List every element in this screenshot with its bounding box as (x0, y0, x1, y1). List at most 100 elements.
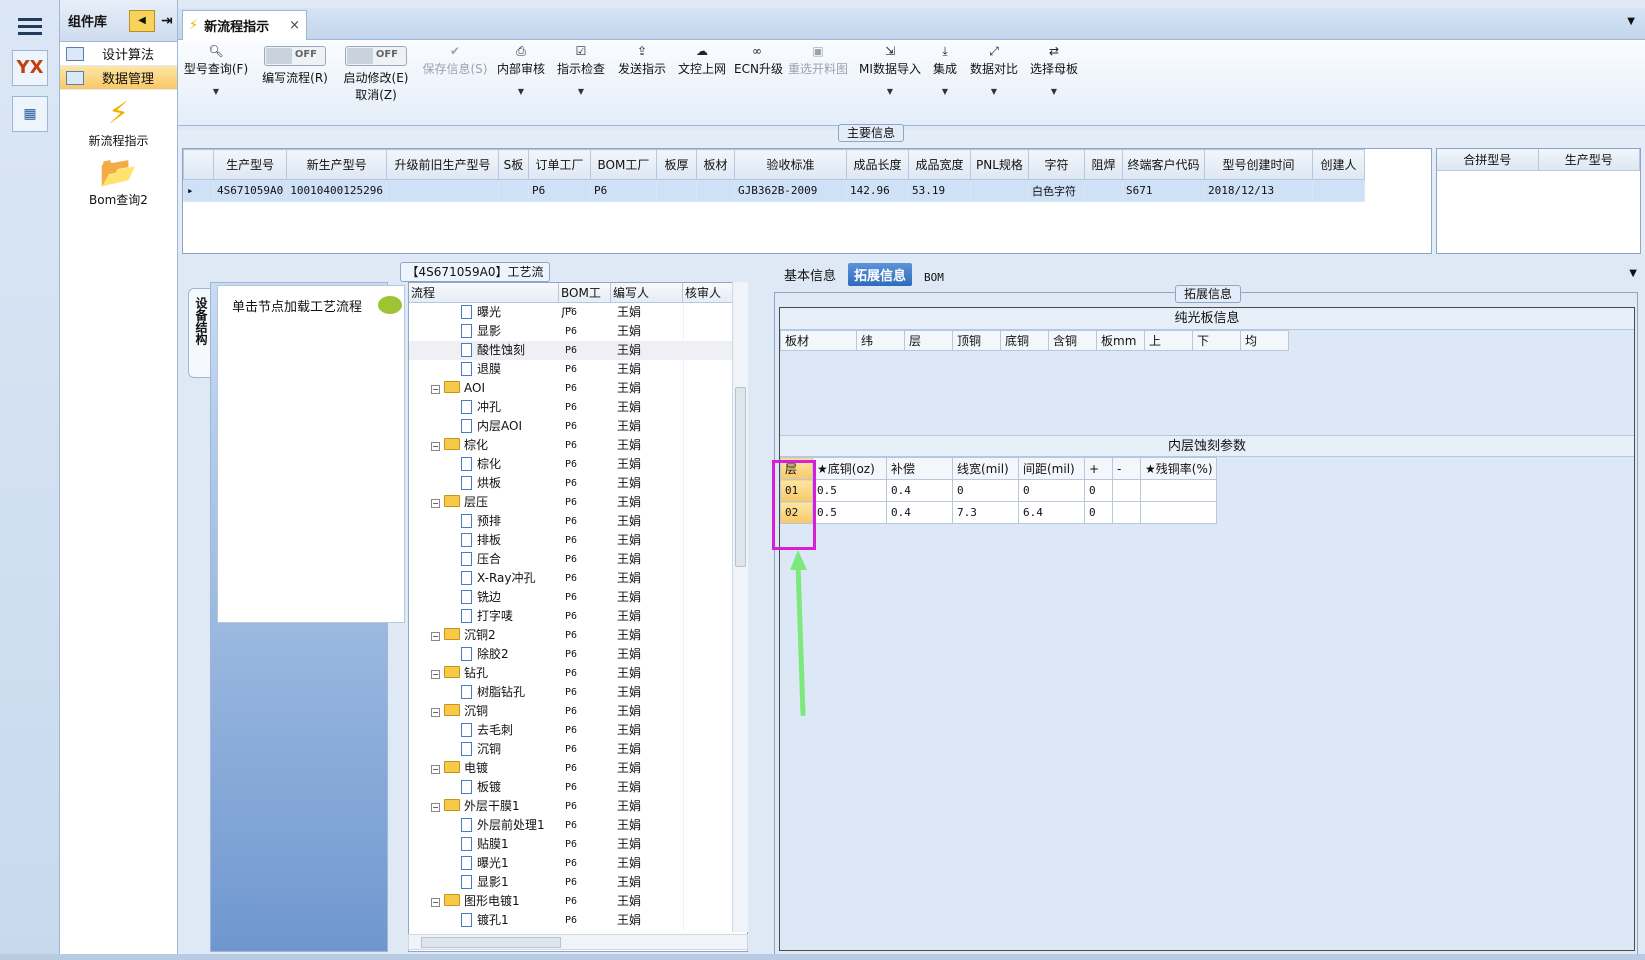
table-cell[interactable]: 0.5 (812, 479, 887, 502)
tree-row[interactable]: 酸性蚀刻 P6 王娟 (409, 341, 747, 360)
column-header[interactable]: + (1084, 457, 1113, 480)
table-cell[interactable]: 0.5 (812, 501, 887, 524)
tree-row[interactable]: − 层压 P6 王娟 (409, 493, 747, 512)
tree-node[interactable]: 去毛刺 (409, 721, 559, 740)
tree-node[interactable]: − 层压 (409, 493, 559, 512)
table-cell[interactable]: 7.3 (952, 501, 1019, 524)
table-cell[interactable]: 2018/12/13 (1203, 179, 1313, 202)
tree-row[interactable]: − 沉铜 P6 王娟 (409, 702, 747, 721)
table-cell[interactable]: 53.19 (907, 179, 971, 202)
tree-row[interactable]: 压合 P6 王娟 (409, 550, 747, 569)
table-cell[interactable]: S671 (1121, 179, 1205, 202)
table-cell[interactable] (1311, 179, 1365, 202)
table-cell[interactable] (1112, 479, 1141, 502)
collapse-icon[interactable]: − (431, 385, 440, 394)
tree-row[interactable]: X-Ray冲孔 P6 王娟 (409, 569, 747, 588)
start-modify-toggle[interactable]: OFF 启动修改(E) 取消(Z) (338, 40, 414, 103)
table-cell[interactable]: 0.4 (886, 501, 953, 524)
tree-row[interactable]: 打字唛 P6 王娟 (409, 607, 747, 626)
column-header[interactable]: 层 (904, 330, 953, 351)
column-header[interactable]: 成品宽度 (907, 149, 971, 180)
query-button[interactable]: 🔍︎ 型号查询(F) ▼ (182, 40, 250, 96)
tree-node[interactable]: 退膜 (409, 360, 559, 379)
tree-row[interactable]: 显影 P6 王娟 (409, 322, 747, 341)
table-cell[interactable]: 0 (1084, 479, 1113, 502)
tree-row[interactable]: − AOI P6 王娟 (409, 379, 747, 398)
column-header[interactable]: 板mm (1096, 330, 1145, 351)
tree-row[interactable]: 贴膜1 P6 王娟 (409, 835, 747, 854)
column-header[interactable]: 升级前旧生产型号 (385, 149, 499, 180)
tree-row[interactable]: 外层前处理1 P6 王娟 (409, 816, 747, 835)
collapse-icon[interactable]: − (431, 708, 440, 717)
collapse-icon[interactable]: − (431, 632, 440, 641)
tree-node[interactable]: 压合 (409, 550, 559, 569)
collapse-icon[interactable]: − (431, 803, 440, 812)
column-header[interactable]: 成品长度 (845, 149, 909, 180)
table-cell[interactable]: 白色字符 (1027, 179, 1085, 202)
tab-bom[interactable]: BOM (918, 269, 950, 286)
tree-node[interactable]: 显影1 (409, 873, 559, 892)
horizontal-scrollbar[interactable] (408, 934, 748, 950)
doc-online-button[interactable]: ☁ 文控上网 (676, 40, 728, 77)
column-header[interactable]: 型号创建时间 (1203, 149, 1313, 180)
column-header[interactable]: 编写人 (611, 283, 683, 302)
collapse-icon[interactable]: − (431, 898, 440, 907)
tree-row[interactable]: 曝光1 P6 王娟 (409, 854, 747, 873)
table-cell[interactable]: 4S671059A0 (212, 179, 288, 202)
column-header[interactable]: 均 (1240, 330, 1289, 351)
tree-row[interactable]: 树脂钻孔 P6 王娟 (409, 683, 747, 702)
tree-node[interactable]: 外层前处理1 (409, 816, 559, 835)
tree-node[interactable]: 打字唛 (409, 607, 559, 626)
column-header[interactable]: BOM工厂 (589, 149, 657, 180)
sidebar-item-design-algorithm[interactable]: 设计算法 (60, 42, 177, 66)
table-cell[interactable]: P6 (527, 179, 591, 202)
column-header[interactable]: S板 (497, 149, 529, 180)
tree-node[interactable]: − AOI (409, 379, 559, 398)
tree-node[interactable]: 除胶2 (409, 645, 559, 664)
tree-row[interactable]: − 电镀 P6 王娟 (409, 759, 747, 778)
table-row[interactable]: 01 0.5 0.4 0 0 0 (780, 479, 1217, 502)
tree-node[interactable]: 预排 (409, 512, 559, 531)
chevron-down-icon[interactable]: ▼ (1627, 16, 1635, 27)
cancel-label[interactable]: 取消(Z) (338, 86, 414, 103)
scroll-thumb[interactable] (421, 937, 561, 948)
tool-icon[interactable]: ▦ (12, 96, 48, 132)
column-header[interactable]: 板材 (695, 149, 735, 180)
tree-row[interactable]: 除胶2 P6 王娟 (409, 645, 747, 664)
tree-row[interactable]: 沉铜 P6 王娟 (409, 740, 747, 759)
exit-icon[interactable]: ⇥ (161, 13, 173, 29)
column-header[interactable]: 板材 (780, 330, 857, 351)
tab-extended-info[interactable]: 拓展信息 (848, 263, 913, 286)
table-cell[interactable]: 6.4 (1018, 501, 1085, 524)
tree-row[interactable]: 显影1 P6 王娟 (409, 873, 747, 892)
sidebar-item-new-flow[interactable]: ⚡ 新流程指示 (60, 96, 177, 149)
tree-node[interactable]: 冲孔 (409, 398, 559, 417)
tab-equipment-structure[interactable]: 设备结构 (188, 288, 210, 378)
column-header[interactable]: 核审人 (683, 283, 735, 302)
column-header[interactable]: 下 (1192, 330, 1241, 351)
write-flow-toggle[interactable]: OFF 编写流程(R) (258, 40, 332, 86)
column-header[interactable]: - (1112, 457, 1141, 480)
column-header[interactable]: 订单工厂 (527, 149, 591, 180)
tree-node[interactable]: 镀孔1 (409, 911, 559, 930)
column-header[interactable]: 流程 (409, 283, 559, 302)
column-header[interactable]: 新生产型号 (286, 149, 387, 180)
tree-node[interactable]: − 沉铜2 (409, 626, 559, 645)
tree-node[interactable]: 曝光 (409, 303, 559, 322)
sidebar-item-bom-query[interactable]: 📂 Bom查询2 (60, 155, 177, 208)
internal-review-button[interactable]: ⎙ 内部审核 ▼ (494, 40, 548, 96)
tree-node[interactable]: 铣边 (409, 588, 559, 607)
tree-row[interactable]: 冲孔 P6 王娟 (409, 398, 747, 417)
column-header[interactable]: 补偿 (886, 457, 953, 480)
save-button[interactable]: ✔ 保存信息(S) (420, 40, 490, 77)
integrate-button[interactable]: ⤓ 集成 ▼ (930, 40, 960, 96)
tree-node[interactable]: 树脂钻孔 (409, 683, 559, 702)
instruction-check-button[interactable]: ☑ 指示检查 ▼ (556, 40, 606, 96)
tree-row[interactable]: 曝光 P6 王娟 (409, 303, 747, 322)
column-header[interactable]: 创建人 (1311, 149, 1365, 180)
collapse-icon[interactable]: − (431, 670, 440, 679)
column-header[interactable]: PNL规格 (969, 149, 1029, 180)
tree-node[interactable]: 烘板 (409, 474, 559, 493)
column-header[interactable]: 合拼型号 (1437, 149, 1539, 170)
table-cell[interactable]: 10010400125296 (286, 179, 387, 202)
